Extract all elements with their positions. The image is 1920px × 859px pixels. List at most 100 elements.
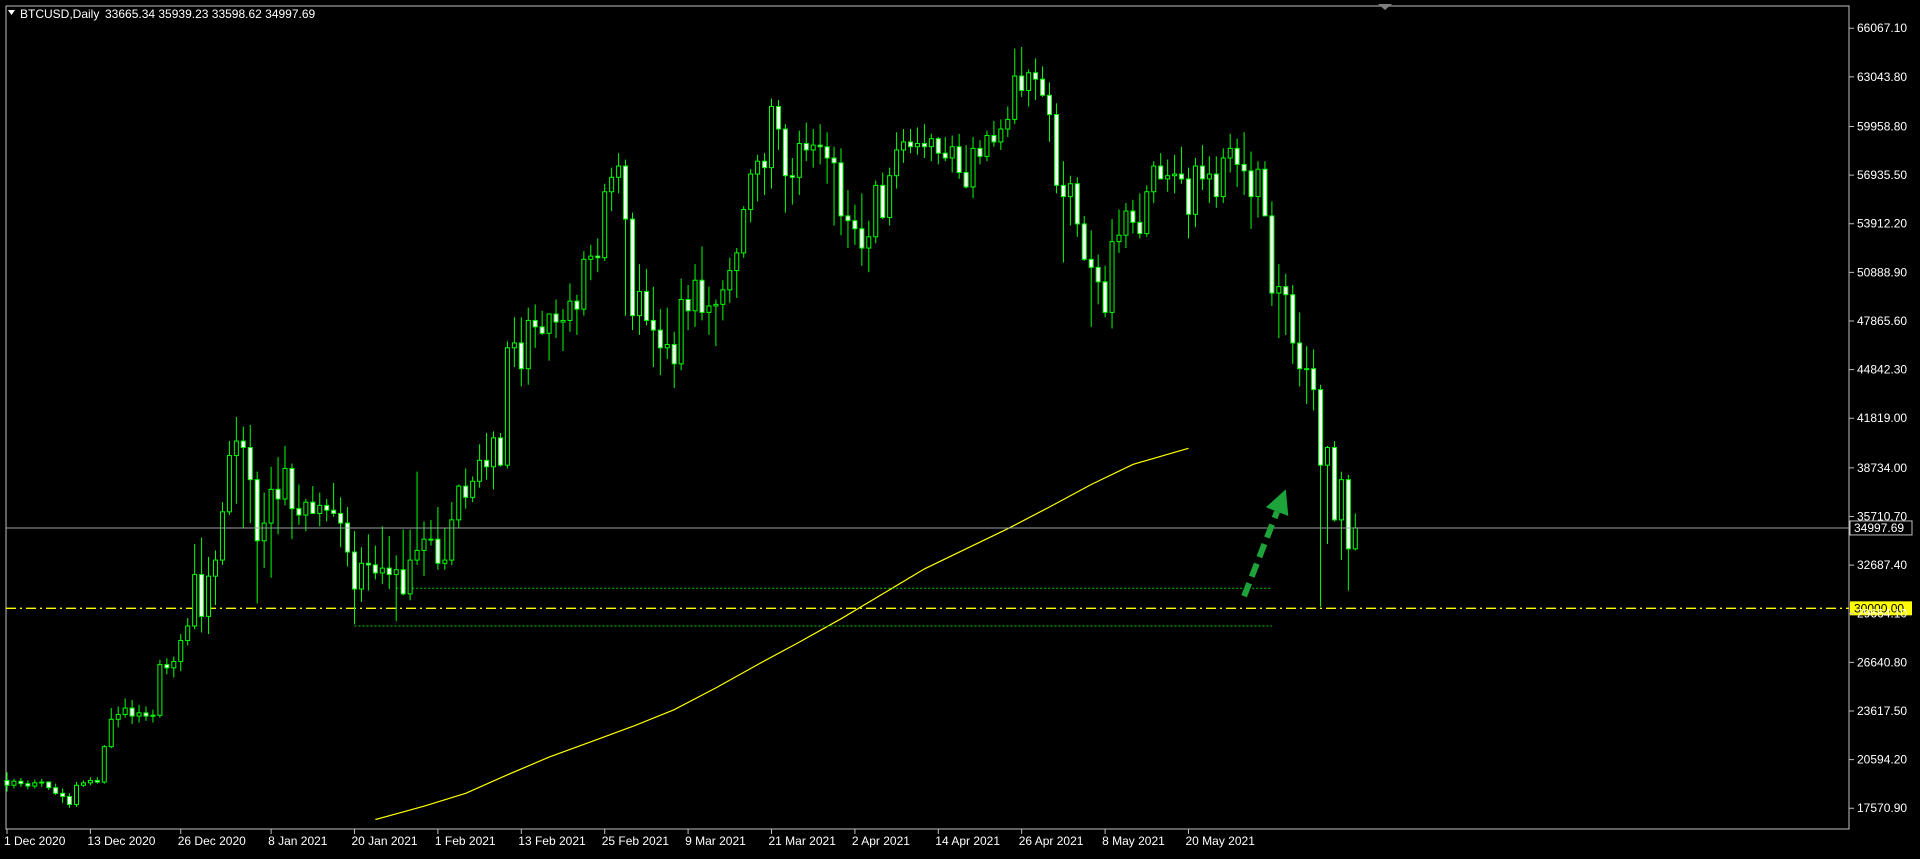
candle-body	[67, 796, 73, 806]
candle-body	[1331, 446, 1337, 521]
candle-body	[122, 707, 128, 715]
candle[interactable]	[630, 212, 635, 331]
candle-body	[873, 184, 879, 238]
candle-body	[428, 538, 434, 541]
candle-body	[567, 300, 573, 321]
time-tick-label: 13 Dec 2020	[87, 834, 155, 848]
candle-body	[213, 559, 218, 577]
candle-body	[143, 712, 149, 717]
candle[interactable]	[1262, 161, 1268, 217]
candle-body	[150, 714, 156, 717]
candle-body	[164, 664, 170, 669]
candle[interactable]	[101, 745, 107, 784]
candle-body	[80, 782, 86, 786]
candle-body	[782, 128, 788, 177]
candle-body	[456, 485, 462, 521]
time-tick-label: 14 Apr 2021	[935, 834, 1000, 848]
candle-body	[254, 479, 260, 542]
candle-body	[1186, 178, 1191, 215]
price-tick-label: 29664.10	[1857, 607, 1907, 621]
time-tick-label: 1 Feb 2021	[435, 834, 496, 848]
candle-body	[518, 342, 524, 370]
candle[interactable]	[157, 659, 163, 718]
candle-body	[748, 173, 754, 210]
candle-body	[115, 713, 121, 720]
candle-body	[525, 319, 531, 370]
candle-body	[101, 746, 107, 783]
candle[interactable]	[602, 183, 608, 261]
candle-body	[1227, 147, 1233, 159]
chart-window[interactable]: 34997.69 30000.00 17570.90 20594.20 23617.5…	[0, 0, 1920, 854]
candle[interactable]	[581, 251, 587, 316]
price-tick-label: 23617.50	[1857, 704, 1907, 718]
candle-body	[1081, 223, 1087, 260]
candle[interactable]	[504, 341, 510, 469]
candle-body	[25, 783, 31, 787]
candlestick-chart[interactable]: 34997.6930000.00 17570.9020594.2023617.5…	[0, 0, 1920, 854]
candle-body	[796, 143, 802, 178]
candle-body	[296, 508, 302, 516]
candle-body	[199, 574, 205, 617]
candle[interactable]	[984, 130, 990, 162]
candle-body	[247, 446, 253, 481]
candle-body	[1095, 266, 1101, 283]
candle[interactable]	[219, 502, 225, 565]
candle-body	[623, 165, 629, 220]
candle-body	[678, 299, 684, 365]
candle-body	[852, 220, 858, 230]
candle-body	[1241, 163, 1247, 172]
candle-body	[1311, 368, 1317, 391]
candle[interactable]	[74, 782, 79, 807]
candle-body	[720, 289, 726, 305]
candle[interactable]	[497, 433, 503, 467]
candle-body	[595, 255, 601, 259]
candle-body	[275, 488, 281, 500]
candle-body	[817, 144, 823, 148]
candle-body	[789, 175, 795, 178]
candle[interactable]	[741, 206, 747, 258]
candle[interactable]	[1331, 441, 1337, 522]
candle-body	[1060, 184, 1066, 198]
candle-body	[581, 258, 587, 310]
candle-body	[1234, 147, 1240, 165]
candle-body	[185, 625, 191, 641]
candle-body	[1033, 72, 1039, 80]
candle-body	[1179, 173, 1185, 180]
candle-body	[1047, 94, 1052, 116]
candle-body	[345, 522, 351, 553]
candle[interactable]	[1144, 185, 1150, 237]
candle-body	[46, 781, 52, 789]
candle[interactable]	[873, 180, 879, 244]
price-tick-label: 35710.70	[1857, 509, 1907, 523]
candle-body	[463, 485, 469, 498]
candle-body	[324, 504, 330, 511]
candle[interactable]	[1053, 103, 1059, 194]
candle-body	[706, 305, 712, 313]
candle-body	[53, 787, 59, 794]
price-tick-label: 63043.80	[1857, 70, 1907, 84]
candle[interactable]	[887, 167, 893, 226]
price-tick-label: 56935.50	[1857, 168, 1907, 182]
candle-body	[1144, 191, 1150, 235]
price-tick-label: 53912.20	[1857, 217, 1907, 231]
candle-body	[358, 562, 364, 590]
candle-body	[1206, 173, 1212, 180]
time-tick-label: 8 May 2021	[1102, 834, 1165, 848]
ohlc-values: 33665.34 35939.23 33598.62 34997.69	[105, 7, 316, 21]
candle-body	[553, 313, 559, 323]
price-tick-label: 50888.90	[1857, 265, 1907, 279]
candle-body	[1262, 168, 1268, 217]
candle-body	[1158, 165, 1164, 180]
time-tick-label: 20 May 2021	[1186, 834, 1256, 848]
candle-body	[1325, 446, 1330, 466]
candle-body	[935, 138, 941, 154]
candle-body	[400, 569, 406, 595]
time-tick-label: 13 Feb 2021	[518, 834, 586, 848]
candle-body	[588, 255, 594, 260]
candle-body	[1276, 286, 1282, 294]
candle-body	[268, 488, 274, 524]
candle[interactable]	[1269, 201, 1275, 306]
candle-body	[39, 781, 45, 784]
symbol-label: BTCUSD,Daily	[20, 7, 99, 21]
candle-body	[1074, 183, 1080, 225]
